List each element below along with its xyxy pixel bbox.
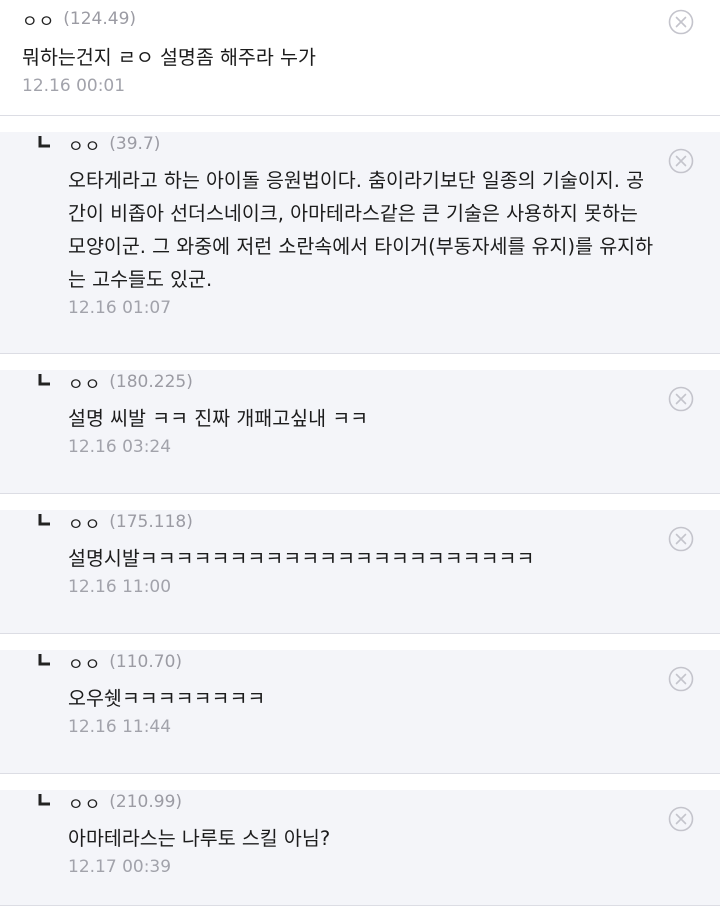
comment-author[interactable]: ㅇㅇ bbox=[22, 7, 55, 32]
comment-timestamp: 12.16 03:24 bbox=[68, 437, 172, 457]
comment-text: 뭐하는건지 ㄹㅇ 설명좀 해주라 누가 bbox=[22, 41, 650, 74]
delete-comment-button[interactable] bbox=[668, 806, 694, 836]
comment-text-line: 설명시발ㅋㅋㅋㅋㅋㅋㅋㅋㅋㅋㅋㅋㅋㅋㅋㅋㅋㅋㅋㅋㅋㅋ bbox=[68, 547, 535, 570]
comment-text: 오타게라고 하는 아이돌 응원법이다. 춤이라기보단 일종의 기술이지. 공간이… bbox=[68, 164, 654, 296]
comment-header: ㅇㅇ (39.7) bbox=[38, 132, 650, 157]
comment-timestamp: 12.16 11:44 bbox=[68, 717, 172, 737]
comment-ip: (39.7) bbox=[109, 134, 161, 154]
comment-text-line: 모양이군. 그 와중에 저런 소란속에서 타이거(부동자세를 유지)를 유지하 bbox=[68, 235, 654, 258]
comment-author[interactable]: ㅇㅇ bbox=[68, 370, 101, 395]
reply-arrow-icon bbox=[38, 373, 56, 391]
comment-text: 설명시발ㅋㅋㅋㅋㅋㅋㅋㅋㅋㅋㅋㅋㅋㅋㅋㅋㅋㅋㅋㅋㅋㅋ bbox=[68, 542, 650, 575]
comment-ip: (110.70) bbox=[109, 652, 183, 672]
delete-comment-button[interactable] bbox=[668, 386, 694, 416]
reply-comment: ㅇㅇ (210.99) 아마테라스는 나루토 스킬 아님? 12.17 00:39 bbox=[0, 790, 720, 906]
comment-text-line: 뭐하는건지 ㄹㅇ 설명좀 해주라 누가 bbox=[22, 46, 316, 69]
comment-author[interactable]: ㅇㅇ bbox=[68, 790, 101, 815]
comment-timestamp: 12.17 00:39 bbox=[68, 857, 172, 877]
delete-comment-button[interactable] bbox=[668, 9, 694, 39]
reply-comment: ㅇㅇ (110.70) 오우쉣ㅋㅋㅋㅋㅋㅋㅋㅋ 12.16 11:44 bbox=[0, 650, 720, 774]
reply-arrow-icon bbox=[38, 513, 56, 531]
comment-text-line: 오타게라고 하는 아이돌 응원법이다. 춤이라기보단 일종의 기술이지. 공 bbox=[68, 169, 645, 192]
close-circle-icon bbox=[668, 526, 694, 556]
comment-ip: (124.49) bbox=[63, 9, 137, 29]
reply-comment: ㅇㅇ (180.225) 설명 씨발 ㅋㅋ 진짜 개패고싶내 ㅋㅋ 12.16 03:… bbox=[0, 370, 720, 494]
comment-author[interactable]: ㅇㅇ bbox=[68, 132, 101, 157]
delete-comment-button[interactable] bbox=[668, 148, 694, 178]
close-circle-icon bbox=[668, 666, 694, 696]
close-circle-icon bbox=[668, 806, 694, 836]
close-circle-icon bbox=[668, 148, 694, 178]
reply-arrow-icon bbox=[38, 653, 56, 671]
comment-ip: (180.225) bbox=[109, 372, 193, 392]
reply-arrow-icon bbox=[38, 135, 56, 153]
comment-text: 설명 씨발 ㅋㅋ 진짜 개패고싶내 ㅋㅋ bbox=[68, 402, 650, 435]
comment-header: ㅇㅇ (124.49) bbox=[22, 7, 650, 32]
delete-comment-button[interactable] bbox=[668, 666, 694, 696]
comment-text-line: 간이 비좁아 선더스네이크, 아마테라스같은 큰 기술은 사용하지 못하는 bbox=[68, 202, 638, 225]
comment-text-line: 오우쉣ㅋㅋㅋㅋㅋㅋㅋㅋ bbox=[68, 687, 266, 710]
comment-text-line: 는 고수들도 있군. bbox=[68, 268, 213, 291]
comment-text: 아마테라스는 나루토 스킬 아님? bbox=[68, 822, 650, 855]
comment-text: 오우쉣ㅋㅋㅋㅋㅋㅋㅋㅋ bbox=[68, 682, 650, 715]
comment-ip: (210.99) bbox=[109, 792, 183, 812]
comment-header: ㅇㅇ (175.118) bbox=[38, 510, 650, 535]
comment-timestamp: 12.16 11:00 bbox=[68, 577, 172, 597]
comment-text-line: 설명 씨발 ㅋㅋ 진짜 개패고싶내 ㅋㅋ bbox=[68, 407, 369, 430]
delete-comment-button[interactable] bbox=[668, 526, 694, 556]
comment-ip: (175.118) bbox=[109, 512, 193, 532]
comment-timestamp: 12.16 00:01 bbox=[22, 76, 126, 96]
comment-author[interactable]: ㅇㅇ bbox=[68, 650, 101, 675]
comment-timestamp: 12.16 01:07 bbox=[68, 298, 172, 318]
reply-comment: ㅇㅇ (175.118) 설명시발ㅋㅋㅋㅋㅋㅋㅋㅋㅋㅋㅋㅋㅋㅋㅋㅋㅋㅋㅋㅋㅋㅋ 12.… bbox=[0, 510, 720, 634]
comment-author[interactable]: ㅇㅇ bbox=[68, 510, 101, 535]
comment-header: ㅇㅇ (180.225) bbox=[38, 370, 650, 395]
comment-text-line: 아마테라스는 나루토 스킬 아님? bbox=[68, 827, 331, 850]
comment-header: ㅇㅇ (210.99) bbox=[38, 790, 650, 815]
close-circle-icon bbox=[668, 9, 694, 39]
reply-comment: ㅇㅇ (39.7) 오타게라고 하는 아이돌 응원법이다. 춤이라기보단 일종의 기… bbox=[0, 132, 720, 354]
reply-arrow-icon bbox=[38, 793, 56, 811]
comment: ㅇㅇ (124.49) 뭐하는건지 ㄹㅇ 설명좀 해주라 누가 12.16 00:01 bbox=[0, 0, 720, 116]
close-circle-icon bbox=[668, 386, 694, 416]
comment-list: ㅇㅇ (124.49) 뭐하는건지 ㄹㅇ 설명좀 해주라 누가 12.16 00:01… bbox=[0, 0, 720, 906]
comment-header: ㅇㅇ (110.70) bbox=[38, 650, 650, 675]
